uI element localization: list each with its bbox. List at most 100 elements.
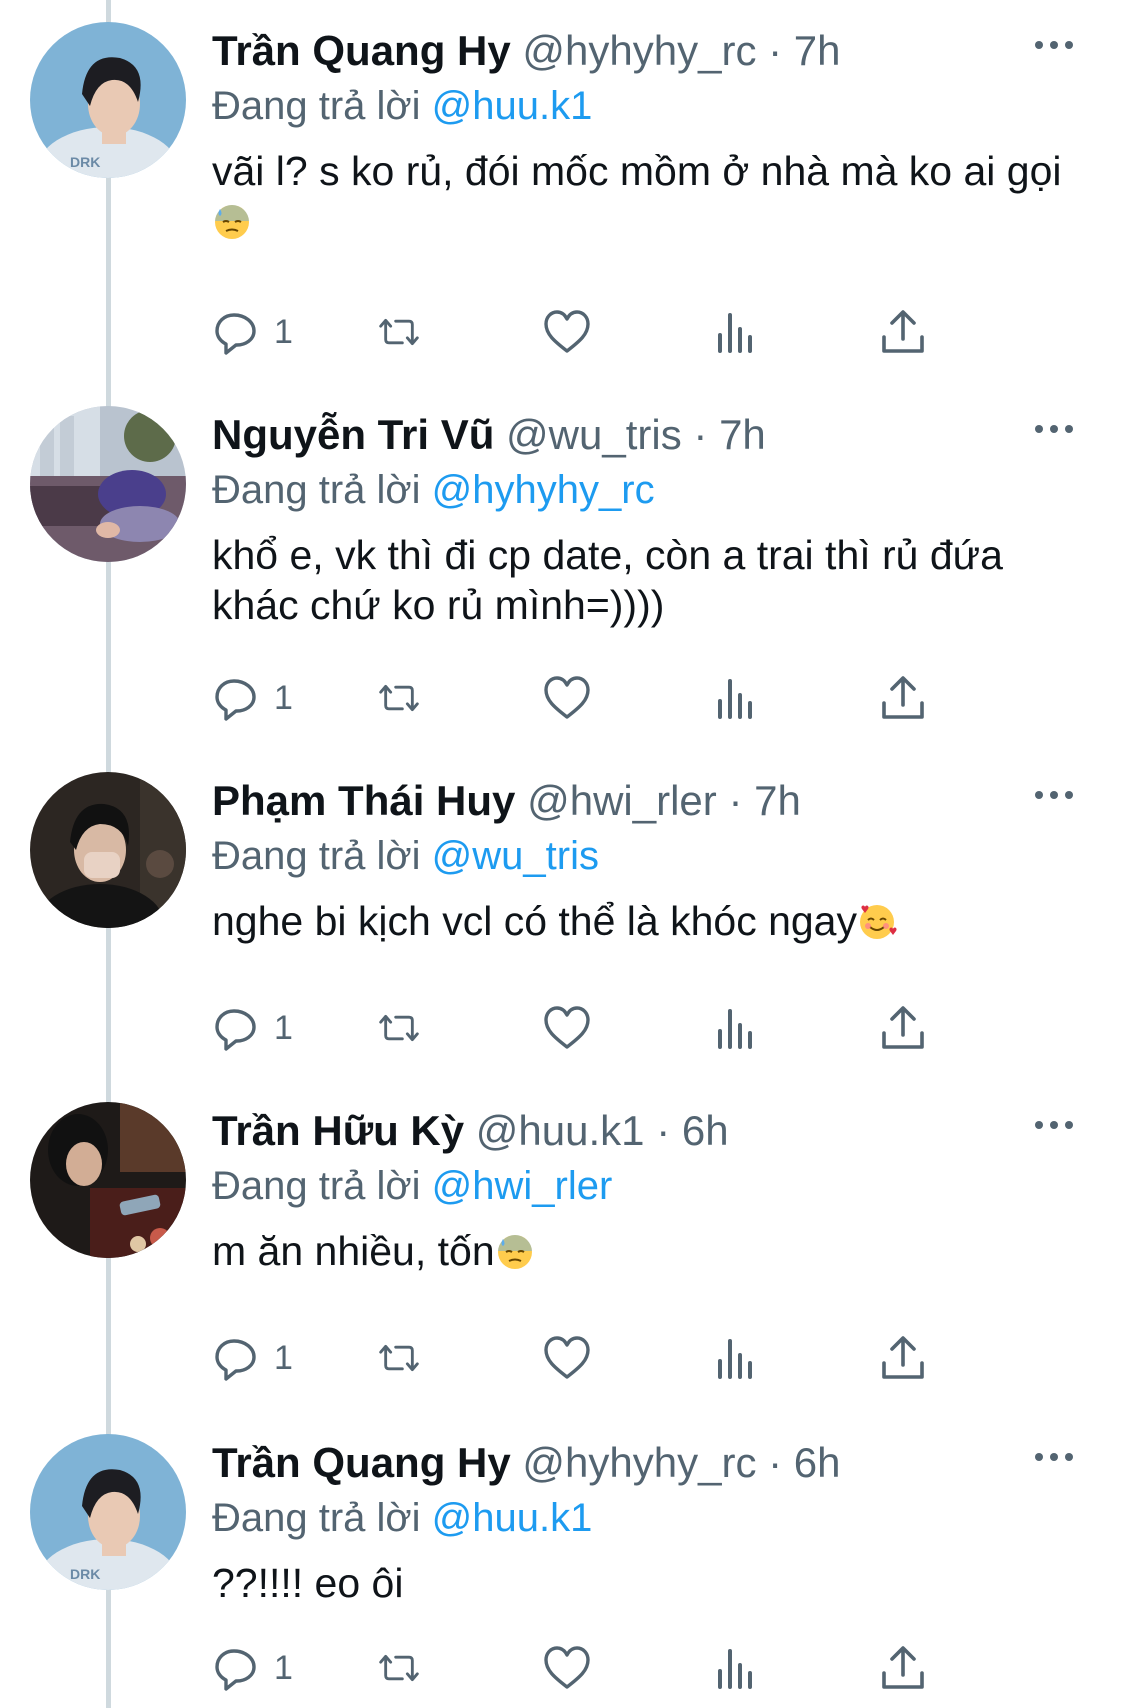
more-options-icon[interactable] <box>1035 38 1085 52</box>
like-button[interactable] <box>542 670 592 726</box>
display-name[interactable]: Nguyễn Tri Vũ <box>212 411 494 458</box>
user-handle[interactable]: @hyhyhy_rc <box>522 27 756 74</box>
retweet-icon <box>379 318 419 346</box>
retweet-button[interactable] <box>374 304 424 360</box>
retweet-icon <box>379 684 419 712</box>
retweet-button[interactable] <box>374 1640 424 1696</box>
reply-mention-link[interactable]: @huu.k1 <box>432 1496 593 1540</box>
display-name[interactable]: Trần Quang Hy <box>212 1439 511 1486</box>
heart-icon <box>544 1646 590 1689</box>
more-options-icon[interactable] <box>1035 1450 1085 1464</box>
avatar[interactable] <box>30 772 186 928</box>
views-icon <box>718 679 752 719</box>
retweet-button[interactable] <box>374 670 424 726</box>
share-button[interactable] <box>878 1640 928 1696</box>
reply-icon <box>215 679 256 721</box>
separator-dot: · <box>728 777 743 824</box>
reply-button[interactable]: 1 <box>212 304 293 360</box>
share-button[interactable] <box>878 1000 928 1056</box>
share-button[interactable] <box>878 670 928 726</box>
timestamp[interactable]: 7h <box>719 411 766 458</box>
reply-button[interactable]: 1 <box>212 670 293 726</box>
display-name[interactable]: Trần Quang Hy <box>212 27 511 74</box>
replying-to: Đang trả lời @wu_tris <box>212 830 1092 882</box>
more-options-icon[interactable] <box>1035 788 1085 802</box>
replying-to-label: Đang trả lời <box>212 1164 421 1208</box>
reply-count: 1 <box>274 678 293 717</box>
reply-button[interactable]: 1 <box>212 1330 293 1386</box>
user-handle[interactable]: @hyhyhy_rc <box>522 1439 756 1486</box>
reply-count: 1 <box>274 1338 293 1377</box>
user-handle[interactable]: @hwi_rler <box>527 777 717 824</box>
reply-mention-link[interactable]: @huu.k1 <box>432 84 593 128</box>
share-button[interactable] <box>878 304 928 360</box>
like-button[interactable] <box>542 1640 592 1696</box>
like-button[interactable] <box>542 1000 592 1056</box>
replying-to: Đang trả lời @hwi_rler <box>212 1160 1092 1212</box>
avatar[interactable]: DRK <box>30 22 186 178</box>
reply-icon <box>215 1649 256 1691</box>
tweet-2-actions: 1 <box>212 670 1012 726</box>
views-button[interactable] <box>712 1000 762 1056</box>
like-button[interactable] <box>542 1330 592 1386</box>
reply-count: 1 <box>274 1648 293 1687</box>
views-icon <box>718 1339 752 1379</box>
retweet-icon <box>379 1014 419 1042</box>
tweet-header: Trần Quang Hy @hyhyhy_rc · 6h <box>212 1434 1092 1492</box>
tweet-header: Nguyễn Tri Vũ @wu_tris · 7h <box>212 406 1092 464</box>
more-options-icon[interactable] <box>1035 1118 1085 1132</box>
timestamp[interactable]: 7h <box>794 27 841 74</box>
views-button[interactable] <box>712 1330 762 1386</box>
tweet-text: khổ e, vk thì đi cp date, còn a trai thì… <box>212 530 1092 630</box>
tweet-text: nghe bi kịch vcl có thể là khóc ngay <box>212 896 1092 946</box>
user-handle[interactable]: @wu_tris <box>506 411 682 458</box>
avatar[interactable] <box>30 406 186 562</box>
tweet-text: ??!!!! eo ôi <box>212 1558 1092 1608</box>
heart-icon <box>544 676 590 719</box>
replying-to-label: Đang trả lời <box>212 468 421 512</box>
tweet-text-content: khổ e, vk thì đi cp date, còn a trai thì… <box>212 532 1003 628</box>
replying-to-label: Đang trả lời <box>212 84 421 128</box>
replying-to-label: Đang trả lời <box>212 834 421 878</box>
reply-icon <box>215 1009 256 1051</box>
retweet-button[interactable] <box>374 1330 424 1386</box>
timestamp[interactable]: 6h <box>794 1439 841 1486</box>
reply-mention-link[interactable]: @hwi_rler <box>432 1164 613 1208</box>
timestamp[interactable]: 6h <box>682 1107 729 1154</box>
separator-dot: · <box>768 1439 783 1486</box>
reply-count: 1 <box>274 312 293 351</box>
views-icon <box>718 1009 752 1049</box>
views-button[interactable] <box>712 670 762 726</box>
display-name[interactable]: Phạm Thái Huy <box>212 777 515 824</box>
separator-dot: · <box>693 411 708 458</box>
more-options-icon[interactable] <box>1035 422 1085 436</box>
reply-button[interactable]: 1 <box>212 1000 293 1056</box>
replying-to-label: Đang trả lời <box>212 1496 421 1540</box>
reply-icon <box>215 1339 256 1381</box>
reply-icon <box>215 313 256 355</box>
reply-mention-link[interactable]: @hyhyhy_rc <box>432 468 655 512</box>
tweet-5-actions: 1 <box>212 1640 1012 1696</box>
tweet-text-content: m ăn nhiều, tốn <box>212 1228 495 1274</box>
user-handle[interactable]: @huu.k1 <box>476 1107 645 1154</box>
like-button[interactable] <box>542 304 592 360</box>
views-button[interactable] <box>712 1640 762 1696</box>
heart-icon <box>544 310 590 353</box>
share-button[interactable] <box>878 1330 928 1386</box>
avatar[interactable]: DRK <box>30 1434 186 1590</box>
display-name[interactable]: Trần Hữu Kỳ <box>212 1107 464 1154</box>
share-icon <box>882 1006 924 1049</box>
views-button[interactable] <box>712 304 762 360</box>
separator-dot: · <box>656 1107 671 1154</box>
reply-button[interactable]: 1 <box>212 1640 293 1696</box>
tweet-header: Phạm Thái Huy @hwi_rler · 7h <box>212 772 1092 830</box>
retweet-button[interactable] <box>374 1000 424 1056</box>
tweet-header: Trần Hữu Kỳ @huu.k1 · 6h <box>212 1102 1092 1160</box>
timestamp[interactable]: 7h <box>754 777 801 824</box>
reply-mention-link[interactable]: @wu_tris <box>432 834 599 878</box>
share-icon <box>882 1646 924 1689</box>
avatar[interactable] <box>30 1102 186 1258</box>
svg-text:DRK: DRK <box>70 154 100 170</box>
tweet-3-actions: 1 <box>212 1000 1012 1056</box>
share-icon <box>882 310 924 353</box>
